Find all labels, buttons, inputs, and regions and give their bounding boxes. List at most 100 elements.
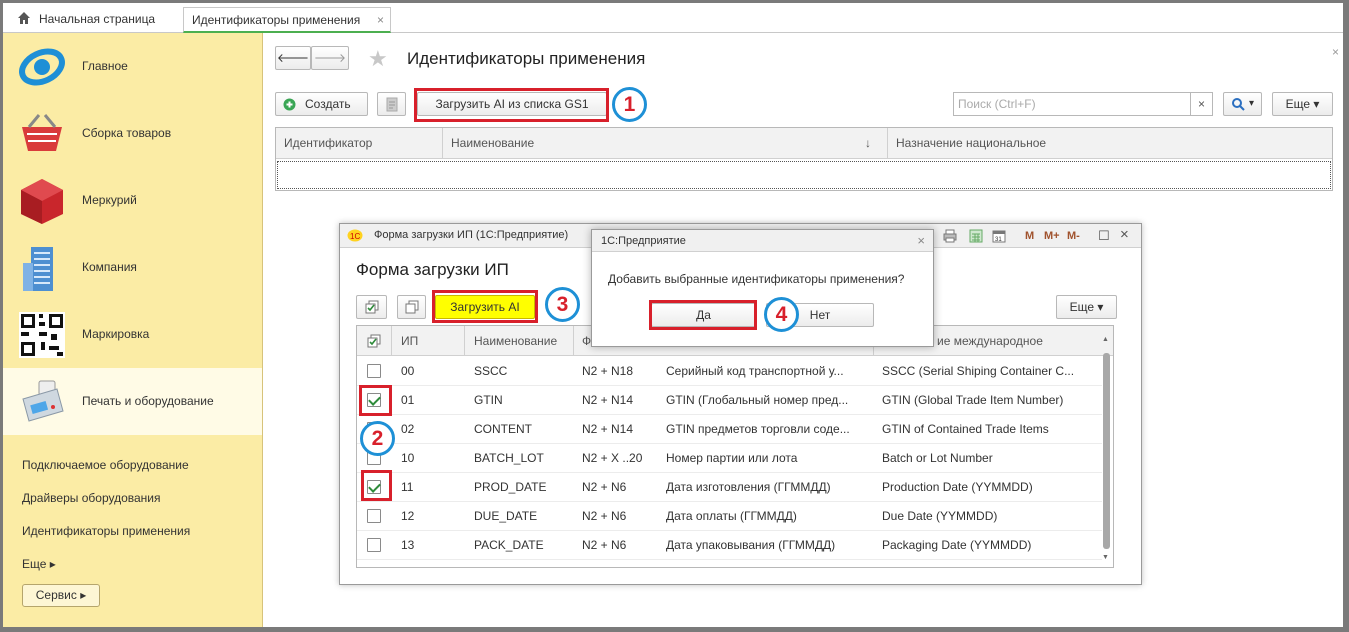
cell-international: Batch or Lot Number (882, 451, 993, 465)
qr-code-icon (19, 312, 65, 358)
row-checkbox[interactable] (367, 538, 381, 552)
forward-button[interactable]: 🡒 (311, 46, 349, 70)
sidebar-item-assembly[interactable]: Сборка товаров (3, 100, 262, 167)
column-header-ip[interactable]: ИП (401, 334, 418, 348)
scrollbar[interactable]: ▲ ▼ (1102, 336, 1111, 565)
memory-plus-icon[interactable]: M+ (1044, 230, 1060, 242)
maximize-icon[interactable]: ☐ (1098, 228, 1110, 244)
tab-identifiers[interactable]: Идентификаторы применения × (183, 7, 391, 33)
highlight-box (414, 88, 609, 122)
sort-arrow-icon[interactable]: ↓ (865, 136, 871, 150)
row-checkbox[interactable] (367, 509, 381, 523)
sidebar-item-company[interactable]: Компания (3, 234, 262, 301)
sidebar-link-more[interactable]: Еще ▸ (22, 557, 56, 571)
star-icon[interactable]: ★ (368, 46, 388, 72)
table-row[interactable]: 12 DUE_DATE N2 + N6 Дата оплаты (ГГММДД) Due… (357, 502, 1102, 531)
document-icon (386, 97, 398, 112)
close-icon[interactable]: × (1332, 45, 1339, 59)
clear-search-icon[interactable]: × (1190, 92, 1213, 116)
tab-home[interactable]: Начальная страница (9, 7, 177, 33)
sidebar-item-mercury[interactable]: Меркурий (3, 167, 262, 234)
more-button[interactable]: Еще ▾ (1272, 92, 1333, 116)
close-icon[interactable]: × (917, 233, 925, 248)
column-header-national[interactable]: Назначение национальное (896, 136, 1046, 150)
check-all-button[interactable] (356, 295, 387, 319)
printer-icon[interactable] (943, 229, 957, 243)
sidebar-item-main[interactable]: Главное (3, 33, 262, 100)
memory-minus-icon[interactable]: M- (1067, 230, 1080, 242)
sidebar-item-label: Печать и оборудование (82, 394, 214, 408)
cell-ip: 00 (401, 364, 415, 378)
sidebar-item-print-equipment[interactable]: Печать и оборудование (3, 368, 262, 435)
cell-ip: 10 (401, 451, 415, 465)
calculator-icon[interactable] (969, 229, 983, 243)
form-window-title: Форма загрузки ИП (1С:Предприятие) (374, 229, 569, 241)
cell-format: N2 + N6 (582, 538, 627, 552)
cell-international: SSCC (Serial Shiping Container C... (882, 364, 1075, 378)
cell-name: CONTENT (474, 422, 532, 436)
calendar-icon[interactable]: 31 (992, 229, 1006, 243)
form-more-button[interactable]: Еще ▾ (1056, 295, 1117, 319)
svg-text:31: 31 (995, 237, 1002, 243)
confirm-dialog: 1С:Предприятие × Добавить выбранные иден… (591, 229, 934, 347)
uncheck-all-icon (405, 300, 419, 314)
table-row[interactable] (277, 161, 1331, 189)
sidebar-item-marking[interactable]: Маркировка (3, 301, 262, 368)
sidebar-item-label: Сборка товаров (82, 126, 172, 140)
column-separator (391, 326, 392, 356)
cell-format: N2 + N14 (582, 422, 634, 436)
uncheck-all-button[interactable] (397, 295, 426, 319)
search-button[interactable]: ▾ (1223, 92, 1262, 116)
column-header-identifier[interactable]: Идентификатор (284, 136, 372, 150)
cell-name: GTIN (474, 393, 503, 407)
cell-national: Номер партии или лота (666, 451, 798, 465)
column-header-name[interactable]: Наименование (474, 334, 557, 348)
check-all-icon[interactable] (367, 334, 381, 348)
service-button[interactable]: Сервис ▸ (22, 584, 100, 607)
table-row[interactable]: 00 SSCC N2 + N18 Серийный код транспортной … (357, 357, 1102, 386)
building-icon (23, 247, 53, 291)
cell-national: Дата оплаты (ГГММДД) (666, 509, 797, 523)
cell-name: PACK_DATE (474, 538, 544, 552)
cell-international: Production Date (YYMMDD) (882, 480, 1033, 494)
scrollbar-thumb[interactable] (1103, 353, 1110, 549)
scroll-down-icon[interactable]: ▼ (1102, 554, 1109, 561)
table-row[interactable]: 01 GTIN N2 + N14 GTIN (Глобальный номер пре… (357, 386, 1102, 415)
cell-international: Due Date (YYMMDD) (882, 509, 998, 523)
close-icon[interactable]: × (1120, 226, 1129, 243)
table-row[interactable]: 10 BATCH_LOT N2 + X ..20 Номер партии или л… (357, 444, 1102, 473)
basket-icon (22, 114, 62, 151)
step-badge-2: 2 (360, 421, 395, 456)
chevron-down-icon: ▾ (1249, 98, 1255, 109)
back-button[interactable]: 🡐 (275, 46, 311, 70)
highlight-box (359, 385, 392, 416)
cell-national: Серийный код транспортной у... (666, 364, 844, 378)
memory-m-icon[interactable]: M (1025, 230, 1034, 242)
scroll-up-icon[interactable]: ▲ (1102, 336, 1109, 343)
table-row[interactable]: 13 PACK_DATE N2 + N6 Дата упаковывания (ГГМ… (357, 531, 1102, 560)
column-separator (442, 128, 443, 159)
column-header-international[interactable]: ие международное (937, 334, 1043, 348)
pos-terminal-icon (22, 380, 64, 422)
table-row[interactable]: 02 CONTENT N2 + N14 GTIN предметов торговли… (357, 415, 1102, 444)
search-input[interactable]: Поиск (Ctrl+F) (953, 92, 1213, 116)
column-header-name[interactable]: Наименование (451, 136, 534, 150)
row-checkbox[interactable] (367, 364, 381, 378)
step-badge-1: 1 (612, 87, 647, 122)
sidebar-link-identifiers[interactable]: Идентификаторы применения (22, 524, 190, 538)
sidebar-link-drivers[interactable]: Драйверы оборудования (22, 491, 161, 505)
cell-ip: 11 (401, 480, 414, 494)
close-icon[interactable]: × (377, 8, 384, 32)
column-header-format[interactable]: Ф (582, 334, 591, 348)
cell-international: GTIN of Contained Trade Items (882, 422, 1049, 436)
create-button[interactable]: Создать (275, 92, 368, 116)
sidebar-link-connected-equipment[interactable]: Подключаемое оборудование (22, 458, 189, 472)
cell-ip: 01 (401, 393, 415, 407)
cell-national: Дата упаковывания (ГГММДД) (666, 538, 836, 552)
sidebar-item-label: Главное (82, 59, 128, 73)
highlight-box (432, 290, 538, 323)
cell-ip: 13 (401, 538, 415, 552)
cell-name: PROD_DATE (474, 480, 547, 494)
copy-disabled-button[interactable] (377, 92, 406, 116)
table-row[interactable]: 11 PROD_DATE N2 + N6 Дата изготовления (ГГМ… (357, 473, 1102, 502)
